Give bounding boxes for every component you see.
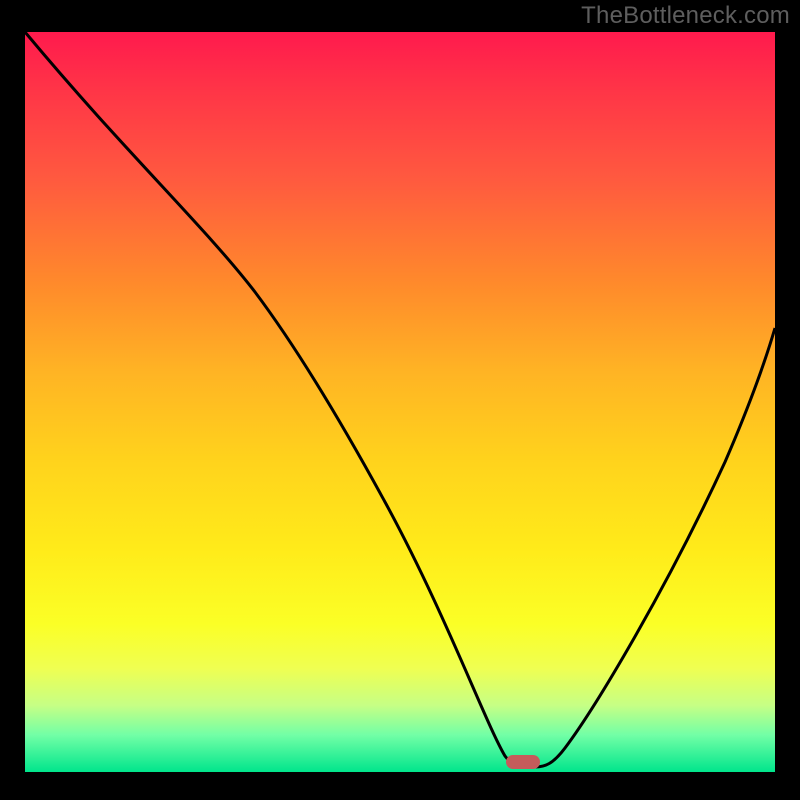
curve-path (25, 32, 775, 767)
chart-plot-area (25, 32, 775, 772)
bottleneck-curve (25, 32, 775, 772)
optimal-marker (506, 755, 540, 769)
watermark-text: TheBottleneck.com (581, 2, 790, 30)
